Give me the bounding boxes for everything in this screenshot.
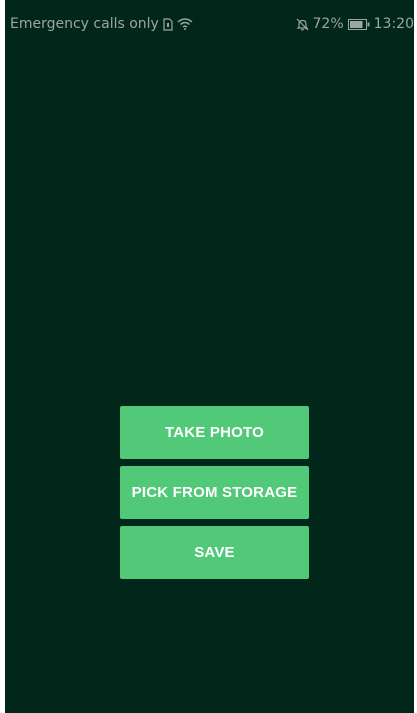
- notifications-off-icon: [296, 18, 309, 31]
- status-left: Emergency calls only: [10, 16, 193, 32]
- take-photo-button[interactable]: TAKE PHOTO: [120, 406, 309, 459]
- app-screen: Emergency calls only 72% 13:20 TAKE PHOT…: [5, 0, 414, 713]
- battery-icon: [347, 18, 370, 30]
- save-button[interactable]: SAVE: [120, 526, 309, 579]
- battery-percent: 72%: [312, 16, 344, 32]
- wifi-icon: [177, 18, 193, 30]
- carrier-text: Emergency calls only: [10, 16, 159, 32]
- sim-icon: [163, 17, 173, 31]
- pick-from-storage-button[interactable]: PICK FROM STORAGE: [120, 466, 309, 519]
- clock-time: 13:20: [373, 16, 414, 32]
- status-bar: Emergency calls only 72% 13:20: [5, 0, 414, 40]
- status-right: 72% 13:20: [296, 16, 414, 32]
